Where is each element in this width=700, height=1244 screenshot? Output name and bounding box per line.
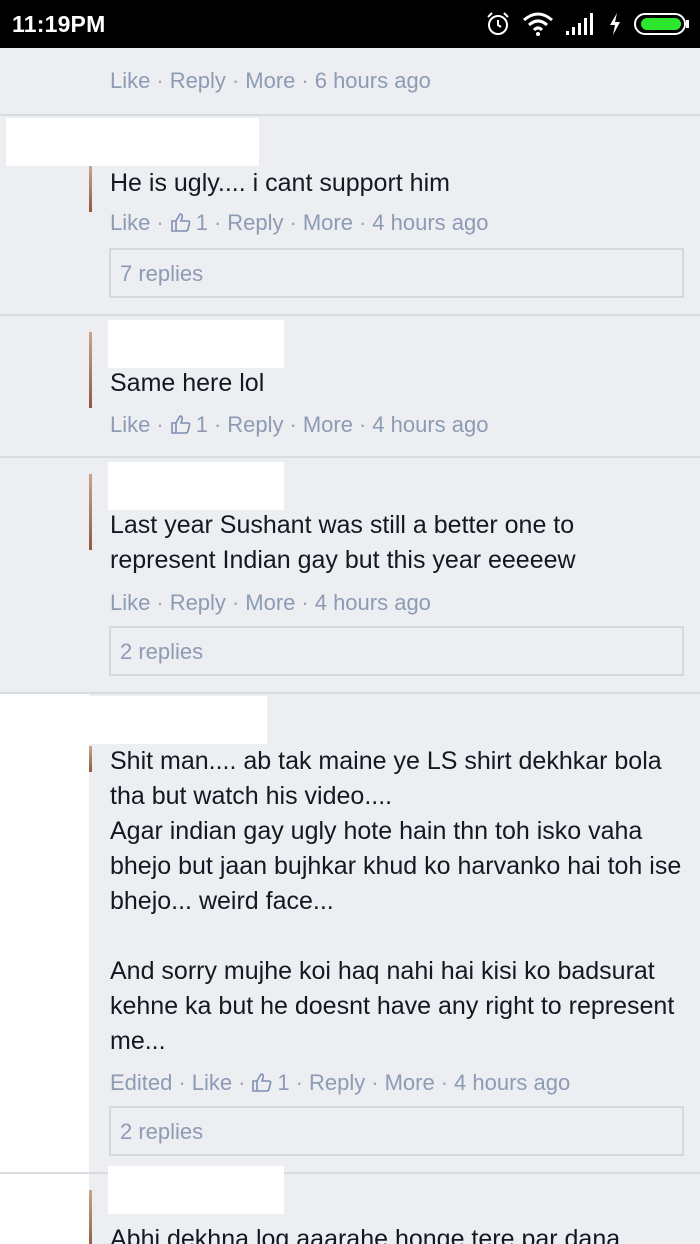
reply-link[interactable]: Reply (227, 210, 283, 235)
more-link[interactable]: More (303, 412, 353, 437)
charging-icon (610, 13, 620, 35)
wifi-icon (523, 12, 553, 36)
comment-item: Like · Reply · More · 6 hours ago (0, 48, 700, 114)
avatar[interactable] (89, 474, 92, 550)
comment-age: 6 hours ago (314, 68, 431, 93)
redacted-name (108, 1166, 284, 1214)
more-link[interactable]: More (385, 1070, 435, 1095)
comment-item: Same here lol Like · 1 · Reply · More · 4 hours … (0, 314, 700, 456)
like-link[interactable]: Like (110, 412, 150, 437)
battery-icon (634, 13, 689, 35)
avatar[interactable] (89, 1190, 92, 1244)
redacted-area (0, 694, 89, 1174)
like-link[interactable]: Like (110, 68, 150, 93)
comment-age: 4 hours ago (454, 1070, 571, 1095)
view-replies-button[interactable]: 2 replies (109, 626, 684, 676)
redacted-area (0, 1174, 89, 1244)
alarm-icon (487, 12, 509, 35)
more-link[interactable]: More (245, 68, 295, 93)
comment-age: 4 hours ago (372, 412, 489, 437)
like-link[interactable]: Like (110, 210, 150, 235)
comment-actions: Like · Reply · More · 6 hours ago (110, 68, 431, 93)
comment-feed[interactable]: Like · Reply · More · 6 hours ago He is ugly..… (0, 48, 700, 1244)
reply-link[interactable]: Reply (309, 1070, 365, 1095)
redacted-name (108, 320, 284, 368)
comment-text: Same here lol (110, 369, 265, 397)
avatar[interactable] (89, 746, 92, 772)
comment-text: Last year Sushant was still a better one… (110, 511, 576, 574)
comment-actions: Like · 1 · Reply · More · 4 hours ago (110, 210, 489, 235)
like-count: 1 (195, 210, 208, 235)
comment-text: He is ugly.... i cant support him (110, 169, 450, 197)
thumbs-up-icon (170, 213, 191, 232)
comment-actions: Like · 1 · Reply · More · 4 hours ago (110, 412, 489, 437)
redacted-name (89, 696, 267, 744)
redacted-name (6, 118, 259, 166)
reply-link[interactable]: Reply (227, 412, 283, 437)
like-link[interactable]: Like (192, 1070, 232, 1095)
view-replies-button[interactable]: 7 replies (109, 248, 684, 298)
comment-actions: Edited · Like · 1 · Reply · More · 4 hours ago (110, 1070, 571, 1095)
more-link[interactable]: More (303, 210, 353, 235)
reply-link[interactable]: Reply (170, 68, 226, 93)
like-count: 1 (277, 1070, 290, 1095)
comment-text: Abhi dekhna log aaarahe honge tere par d… (110, 1225, 621, 1244)
edited-label[interactable]: Edited (110, 1070, 172, 1095)
avatar[interactable] (89, 166, 92, 212)
like-link[interactable]: Like (110, 590, 150, 615)
redacted-name (108, 462, 284, 510)
comment-age: 4 hours ago (314, 590, 431, 615)
reply-link[interactable]: Reply (170, 590, 226, 615)
more-link[interactable]: More (245, 590, 295, 615)
comment-item: Last year Sushant was still a better one… (0, 456, 700, 692)
signal-icon (566, 13, 593, 35)
thumbs-up-icon (170, 415, 191, 434)
cropped-text-fragment (140, 48, 230, 50)
comment-actions: Like · Reply · More · 4 hours ago (110, 590, 431, 615)
comment-age: 4 hours ago (372, 210, 489, 235)
thumbs-up-icon (252, 1073, 272, 1092)
status-bar: 11:19PM (0, 0, 700, 48)
status-time: 11:19PM (12, 11, 106, 37)
like-count: 1 (195, 412, 208, 437)
comment-text: Shit man.... ab tak maine ye LS shirt de… (110, 747, 682, 1055)
avatar[interactable] (89, 332, 92, 408)
status-icons (484, 10, 690, 38)
comment-item: Abhi dekhna log aaarahe honge tere par d… (0, 1166, 700, 1244)
view-replies-button[interactable]: 2 replies (109, 1106, 684, 1156)
comment-item: Shit man.... ab tak maine ye LS shirt de… (0, 692, 700, 1174)
comment-item: He is ugly.... i cant support him Like · 1… (0, 114, 700, 314)
